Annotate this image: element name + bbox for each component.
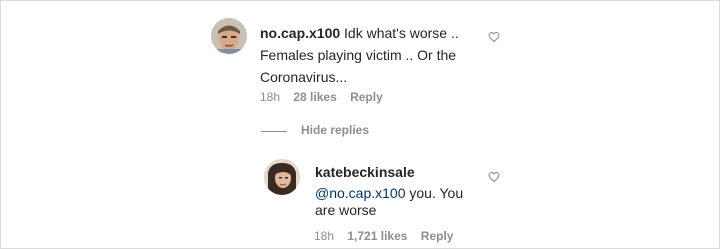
hide-replies-divider (261, 131, 287, 132)
comment-likes[interactable]: 28 likes (293, 90, 336, 104)
comment-text: Idk what's worse .. (340, 25, 459, 41)
comment-text-line-3: Coronavirus... (260, 69, 348, 85)
reply-text: you. You (405, 185, 464, 201)
hide-replies-button[interactable]: Hide replies (301, 123, 369, 137)
reply-text-line-2: are worse (315, 202, 377, 218)
comment-username[interactable]: no.cap.x100 (260, 25, 340, 41)
comment-time[interactable]: 18h (260, 90, 280, 104)
reply-likes[interactable]: 1,721 likes (347, 229, 407, 243)
reply-time[interactable]: 18h (314, 229, 334, 243)
reply-username-line: katebeckinsale (315, 161, 415, 183)
reply-meta-strip: 18h 1,721 likes Reply (314, 229, 463, 243)
reply-avatar[interactable] (264, 159, 300, 195)
comment-meta: 18h 28 likes Reply (260, 90, 393, 104)
reply-heart-icon[interactable] (488, 171, 500, 183)
reply-username[interactable]: katebeckinsale (315, 164, 415, 180)
comment-text-line-2: Females playing victim .. Or the (260, 47, 457, 63)
reply-button[interactable]: Reply (350, 90, 383, 104)
reply-reply-button[interactable]: Reply (421, 229, 454, 243)
heart-icon[interactable] (488, 31, 500, 43)
comment-text-line-1: no.cap.x100 Idk what's worse .. (260, 22, 459, 44)
comments-panel: no.cap.x100 Idk what's worse .. Females … (0, 0, 720, 249)
avatar[interactable] (211, 18, 247, 54)
